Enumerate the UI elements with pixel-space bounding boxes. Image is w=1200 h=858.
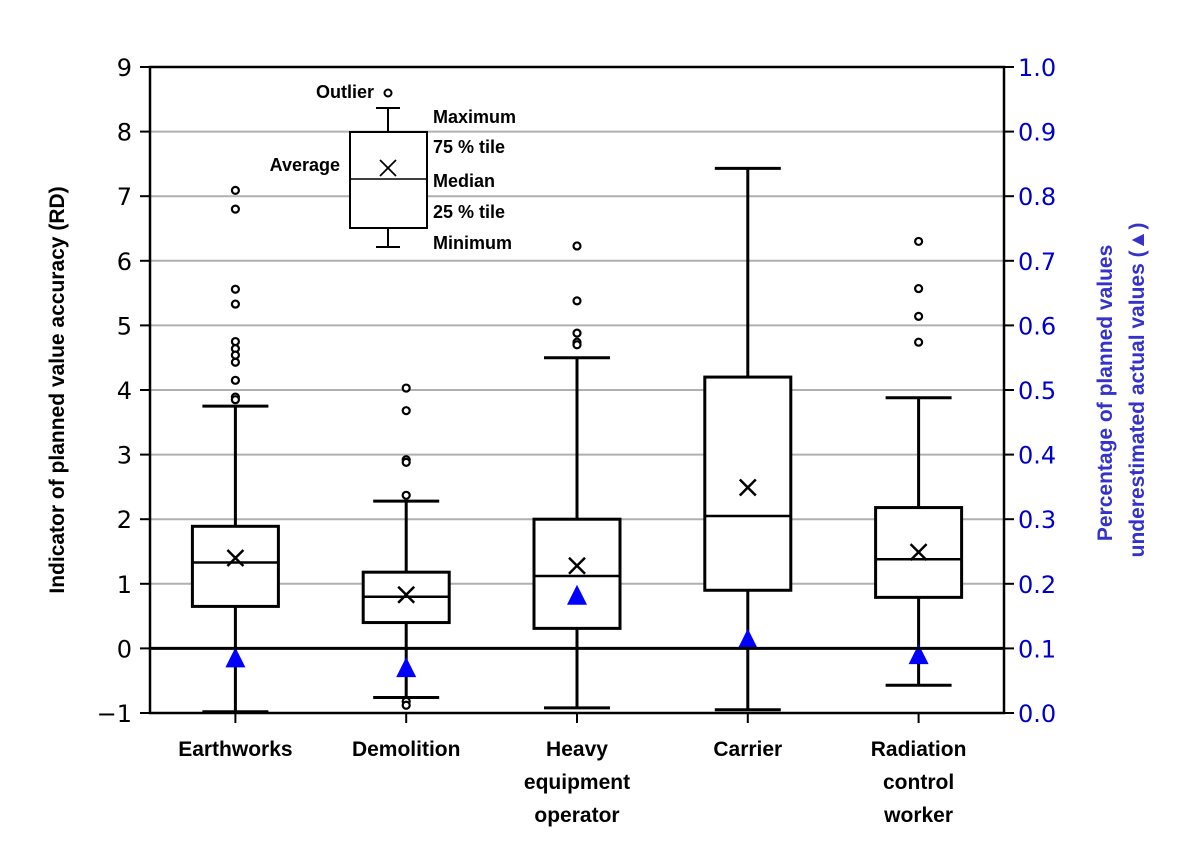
y-tick-label-right: 0.1 bbox=[1018, 635, 1056, 663]
outlier-point bbox=[572, 328, 582, 338]
y-tick-label-right: 0.6 bbox=[1018, 312, 1056, 340]
y-tick-label-right: 1.0 bbox=[1018, 54, 1056, 82]
y-tick-label-left: 7 bbox=[117, 183, 132, 211]
outlier-point bbox=[230, 357, 240, 367]
y-tick-label-right: 0.5 bbox=[1018, 377, 1056, 405]
box-radiation-control-worker bbox=[874, 236, 964, 687]
outlier-point bbox=[230, 336, 240, 347]
y-tick-label-left: 8 bbox=[117, 119, 132, 147]
legend-label-average: Average bbox=[270, 155, 340, 175]
iqr-box bbox=[532, 517, 622, 630]
box-plot-chart: −1 0 1 2 3 4 5 6 7 8 9 0.0 0.1 0.2 0.3 0.4 0.5 0.6 0.7 0.8 0… bbox=[46, 54, 1149, 827]
box-carrier bbox=[703, 166, 793, 712]
outlier-point bbox=[913, 236, 924, 247]
legend-label-median: Median bbox=[433, 171, 495, 191]
outlier-point bbox=[401, 700, 411, 710]
y-axis-title-right-line1: Percentage of planned values bbox=[1094, 245, 1117, 541]
x-category-label-line: Heavy bbox=[546, 738, 608, 761]
x-category-label: Radiation control worker bbox=[871, 738, 967, 827]
outlier-point bbox=[913, 283, 924, 294]
legend-label-maximum: Maximum bbox=[433, 107, 516, 127]
x-category-label: Earthworks bbox=[178, 738, 292, 761]
outlier-point bbox=[401, 383, 411, 393]
y-tick-label-left: −1 bbox=[97, 700, 132, 728]
outlier-point bbox=[572, 296, 582, 306]
legend-label-minimum: Minimum bbox=[433, 233, 512, 253]
y-axis-title-right-line2: underestimated actual values (▲) bbox=[1126, 223, 1149, 558]
outlier-point bbox=[401, 457, 411, 467]
y-tick-label-left: 6 bbox=[117, 248, 132, 276]
iqr-box bbox=[703, 375, 793, 592]
x-category-label-line: control bbox=[883, 771, 954, 794]
y-tick-label-right: 0.4 bbox=[1018, 442, 1056, 470]
x-category-label: Carrier bbox=[713, 738, 782, 761]
outlier-point bbox=[401, 490, 411, 500]
x-category-label-line: worker bbox=[883, 804, 953, 827]
y-tick-label-right: 0.9 bbox=[1018, 119, 1056, 147]
x-category-label-line: equipment bbox=[524, 771, 630, 794]
x-category-label-line: Demolition bbox=[352, 738, 461, 761]
y-tick-label-left: 0 bbox=[117, 635, 132, 663]
outlier-point bbox=[401, 406, 411, 416]
box-heavy-equipment-operator bbox=[532, 241, 622, 710]
legend-label-outlier: Outlier bbox=[316, 82, 374, 102]
underestimated-triangle bbox=[225, 647, 246, 668]
y-tick-label-left: 9 bbox=[117, 54, 132, 82]
legend-box bbox=[349, 131, 428, 229]
y-tick-label-left: 1 bbox=[117, 571, 132, 599]
x-category-label-line: Carrier bbox=[713, 738, 782, 761]
outlier-point bbox=[230, 284, 240, 294]
y-axis-title-left: Indicator of planned value accuracy (RD) bbox=[46, 186, 69, 593]
outlier-point bbox=[230, 299, 240, 309]
outlier-point bbox=[572, 241, 582, 251]
x-category-label: Heavy equipment operator bbox=[524, 738, 630, 827]
outlier-point bbox=[230, 204, 240, 214]
y-tick-label-left: 4 bbox=[117, 377, 132, 405]
y-tick-label-left: 2 bbox=[117, 506, 132, 534]
boxes bbox=[190, 166, 964, 714]
outlier-point bbox=[913, 337, 924, 347]
y-tick-label-right: 0.3 bbox=[1018, 506, 1056, 534]
y-tick-label-right: 0.8 bbox=[1018, 183, 1056, 211]
underestimated-triangle bbox=[396, 657, 417, 678]
x-category-label-line: Earthworks bbox=[178, 738, 292, 761]
y-tick-label-left: 5 bbox=[117, 312, 132, 340]
outlier-point bbox=[913, 311, 924, 321]
y-tick-label-right: 0.0 bbox=[1018, 700, 1056, 728]
iqr-box bbox=[190, 524, 280, 608]
outlier-point bbox=[572, 340, 582, 350]
underestimated-triangle bbox=[737, 628, 758, 649]
y-tick-label-right: 0.7 bbox=[1018, 248, 1056, 276]
outlier-point bbox=[230, 350, 240, 360]
legend-label-75-percentile: 75 % tile bbox=[433, 137, 505, 157]
y-axis-title-right: Percentage of planned values underestima… bbox=[1094, 223, 1149, 558]
x-category-label-line: operator bbox=[534, 804, 619, 827]
y-tick-label-right: 0.2 bbox=[1018, 571, 1056, 599]
x-category-label-line: Radiation bbox=[871, 738, 967, 761]
legend-outlier-point bbox=[383, 88, 393, 98]
legend-inset: Outlier Maximum 75 % tile Average Median 25 %… bbox=[270, 82, 516, 253]
outlier-point bbox=[230, 395, 240, 405]
y-tick-label-left: 3 bbox=[117, 442, 132, 470]
x-category-label: Demolition bbox=[352, 738, 461, 761]
outlier-point bbox=[230, 375, 240, 385]
outlier-point bbox=[230, 185, 240, 195]
box-earthworks bbox=[190, 185, 280, 714]
legend-label-25-percentile: 25 % tile bbox=[433, 202, 505, 222]
